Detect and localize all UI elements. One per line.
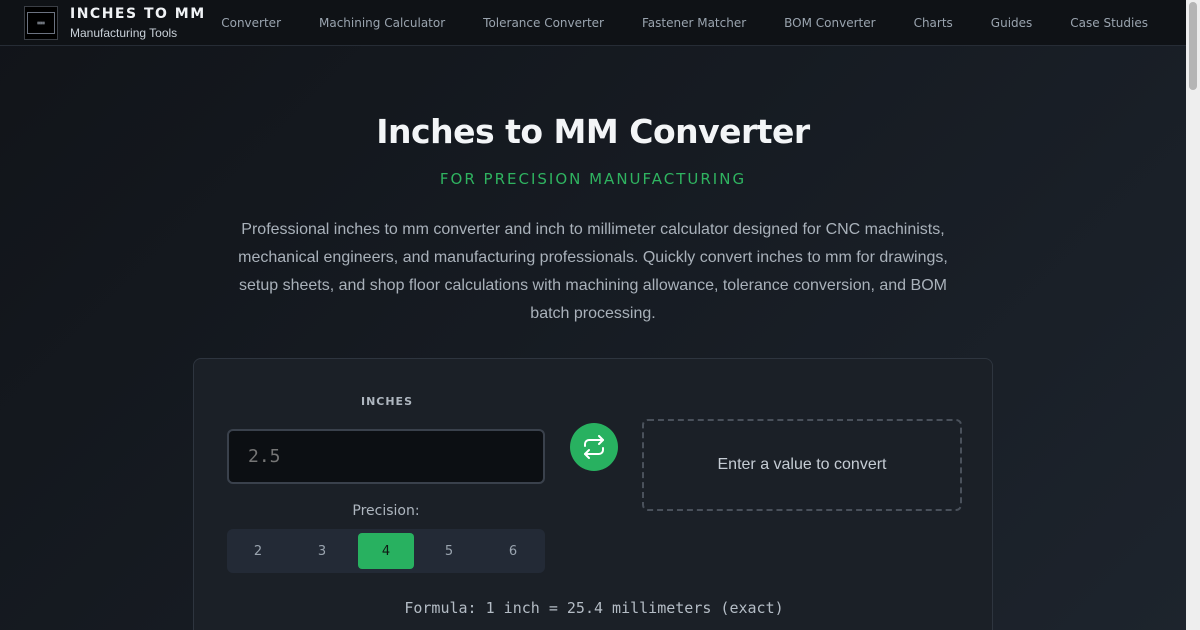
swap-button[interactable] [570,423,618,471]
nav-link-guides[interactable]: Guides [991,16,1033,30]
page-subtitle: FOR PRECISION MANUFACTURING [439,170,747,188]
result-text: Enter a value to convert [717,456,887,473]
nav-link-machining-calculator[interactable]: Machining Calculator [319,16,445,30]
nav-link-fastener-matcher[interactable]: Fastener Matcher [642,16,746,30]
nav-links: Converter Machining Calculator Tolerance… [221,16,1186,30]
vertical-scrollbar[interactable] [1186,0,1200,630]
converter-card: INCHES Enter a value to convert Precisio… [193,358,993,630]
brand-text: INCHES TO MM Manufacturing Tools [70,6,206,40]
nav-link-case-studies[interactable]: Case Studies [1070,16,1148,30]
logo: ▦▦▦ [24,5,58,40]
nav-link-tolerance-converter[interactable]: Tolerance Converter [483,16,604,30]
nav-link-bom-converter[interactable]: BOM Converter [784,16,875,30]
inches-label: INCHES [360,395,413,408]
result-display: Enter a value to convert [642,419,962,511]
brand[interactable]: ▦▦▦ INCHES TO MM Manufacturing Tools [24,5,208,40]
main-content: Inches to MM Converter FOR PRECISION MAN… [0,46,1186,630]
precision-option-4[interactable]: 4 [358,533,414,569]
swap-arrows-icon [584,435,604,459]
precision-label: Precision: [352,503,420,519]
brand-subtitle: Manufacturing Tools [70,25,178,40]
top-navbar: ▦▦▦ INCHES TO MM Manufacturing Tools Con… [0,0,1186,46]
precision-selector: 2 3 4 5 6 [227,529,545,573]
scrollbar-thumb[interactable] [1189,2,1197,90]
nav-link-converter[interactable]: Converter [221,16,281,30]
precision-option-6[interactable]: 6 [485,533,541,569]
precision-option-3[interactable]: 3 [294,533,350,569]
logo-mark: ▦▦▦ [27,11,55,34]
nav-link-charts[interactable]: Charts [914,16,953,30]
brand-title: INCHES TO MM [70,5,206,22]
formula-text: Formula: 1 inch = 25.4 millimeters (exac… [404,599,784,617]
precision-option-2[interactable]: 2 [230,533,286,569]
page-description: Professional inches to mm converter and … [238,221,948,322]
page-title: Inches to MM Converter [376,112,810,151]
inches-input[interactable] [227,429,545,484]
precision-option-5[interactable]: 5 [421,533,477,569]
